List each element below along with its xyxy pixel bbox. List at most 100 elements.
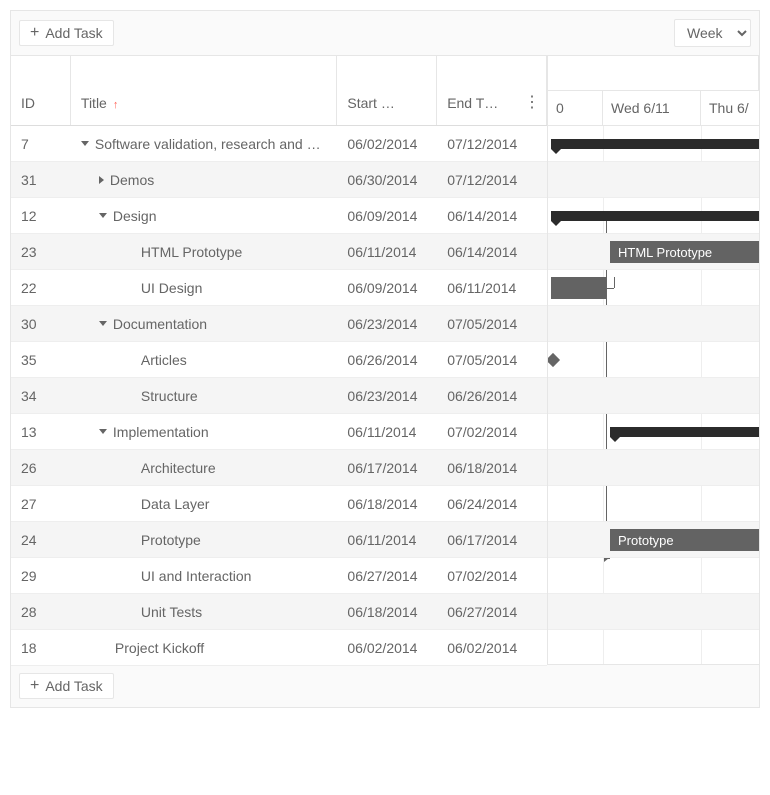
cell-id: 26	[11, 450, 71, 485]
column-menu-icon[interactable]: ⋮	[524, 95, 540, 111]
timeline-header-top	[548, 56, 759, 91]
table-row[interactable]: 31Demos06/30/201407/12/2014	[11, 162, 547, 198]
cell-end: 06/11/2014	[437, 270, 547, 305]
timeline-row	[548, 558, 759, 594]
summary-bar[interactable]	[551, 139, 759, 149]
task-bar[interactable]: HTML Prototype	[610, 241, 759, 263]
cell-start: 06/26/2014	[337, 342, 437, 377]
column-header-start[interactable]: Start …	[337, 56, 437, 125]
cell-start: 06/09/2014	[337, 198, 437, 233]
timeline-header-days: 0Wed 6/11Thu 6/	[548, 91, 759, 126]
view-select[interactable]: DayWeekMonth	[674, 19, 751, 47]
cell-end: 06/14/2014	[437, 234, 547, 269]
cell-id: 31	[11, 162, 71, 197]
cell-start: 06/11/2014	[337, 522, 437, 557]
table-row[interactable]: 29UI and Interaction06/27/201407/02/2014	[11, 558, 547, 594]
table-row[interactable]: 24Prototype06/11/201406/17/2014	[11, 522, 547, 558]
cell-end: 06/02/2014	[437, 630, 547, 665]
caret-down-icon[interactable]	[99, 213, 107, 218]
table-row[interactable]: 18Project Kickoff06/02/201406/02/2014	[11, 630, 547, 666]
toolbar-bottom: + Add Task	[11, 664, 759, 707]
column-header-row: ID Title ↑ Start … End T… ⋮	[11, 56, 547, 126]
cell-start: 06/11/2014	[337, 234, 437, 269]
timeline-row	[548, 342, 759, 378]
cell-start: 06/23/2014	[337, 306, 437, 341]
timeline-row	[548, 198, 759, 234]
caret-right-icon[interactable]	[99, 176, 104, 184]
task-bar[interactable]: Prototype	[610, 529, 759, 551]
timeline-day-header[interactable]: Thu 6/	[701, 91, 759, 126]
cell-title: Demos	[71, 162, 337, 197]
table-row[interactable]: 27Data Layer06/18/201406/24/2014	[11, 486, 547, 522]
timeline-row	[548, 378, 759, 414]
caret-down-icon[interactable]	[99, 429, 107, 434]
cell-title: Data Layer	[71, 486, 338, 521]
cell-id: 27	[11, 486, 71, 521]
cell-end: 06/27/2014	[437, 594, 547, 629]
summary-bar[interactable]	[610, 427, 759, 437]
cell-end: 06/18/2014	[437, 450, 547, 485]
cell-title: UI Design	[71, 270, 338, 305]
caret-down-icon[interactable]	[99, 321, 107, 326]
cell-end: 07/02/2014	[437, 558, 547, 593]
timeline-day-header[interactable]: Wed 6/11	[603, 91, 701, 126]
cell-id: 30	[11, 306, 71, 341]
timeline-row	[548, 450, 759, 486]
cell-end: 07/12/2014	[437, 162, 547, 197]
table-row[interactable]: 13Implementation06/11/201407/02/2014	[11, 414, 547, 450]
cell-end: 07/05/2014	[437, 342, 547, 377]
milestone-icon[interactable]	[548, 353, 560, 367]
cell-title: HTML Prototype	[71, 234, 338, 269]
table-row[interactable]: 22UI Design06/09/201406/11/2014	[11, 270, 547, 306]
cell-title: Implementation	[71, 414, 337, 449]
row-title-text: Implementation	[113, 424, 209, 440]
table-row[interactable]: 23HTML Prototype06/11/201406/14/2014	[11, 234, 547, 270]
table-row[interactable]: 7Software validation, research and …06/0…	[11, 126, 547, 162]
timeline-row	[548, 162, 759, 198]
timeline-row	[548, 270, 759, 306]
caret-down-icon[interactable]	[81, 141, 89, 146]
table-row[interactable]: 12Design06/09/201406/14/2014	[11, 198, 547, 234]
cell-id: 34	[11, 378, 71, 413]
cell-id: 28	[11, 594, 71, 629]
task-bar[interactable]	[551, 277, 606, 299]
progress-bar	[551, 212, 711, 220]
cell-end: 07/02/2014	[437, 414, 547, 449]
table-row[interactable]: 26 Architecture 06/17/201406/18/2014	[11, 450, 547, 486]
timeline-row	[548, 630, 759, 664]
plus-icon: +	[30, 25, 39, 41]
timeline-row	[548, 414, 759, 450]
row-title-text: Architecture	[141, 460, 216, 476]
table-row[interactable]: 35Articles06/26/201407/05/2014	[11, 342, 547, 378]
cell-start: 06/17/2014	[337, 450, 437, 485]
column-header-id[interactable]: ID	[11, 56, 71, 125]
cell-title: UI and Interaction	[71, 558, 338, 593]
cell-title: Prototype	[71, 522, 338, 557]
timeline-pane: 0Wed 6/11Thu 6/ HTML Prototype Prototype	[548, 56, 759, 664]
cell-id: 13	[11, 414, 71, 449]
timeline-row	[548, 486, 759, 522]
table-row[interactable]: 34Structure06/23/201406/26/2014	[11, 378, 547, 414]
cell-title: Design	[71, 198, 337, 233]
add-task-button[interactable]: + Add Task	[19, 20, 114, 46]
column-header-end[interactable]: End T… ⋮	[437, 56, 547, 125]
cell-end: 06/26/2014	[437, 378, 547, 413]
row-title-text: Documentation	[113, 316, 207, 332]
row-title-text: Data Layer	[141, 496, 209, 512]
row-title-text: Design	[113, 208, 157, 224]
timeline-body: HTML Prototype Prototype	[548, 126, 759, 664]
column-header-title[interactable]: Title ↑	[71, 56, 337, 125]
cell-start: 06/23/2014	[337, 378, 437, 413]
timeline-row	[548, 306, 759, 342]
timeline-day-header[interactable]: 0	[548, 91, 603, 126]
row-title-text: Software validation, research and …	[95, 136, 321, 152]
cell-id: 24	[11, 522, 71, 557]
cell-end: 07/12/2014	[437, 126, 547, 161]
cell-end: 06/24/2014	[437, 486, 547, 521]
cell-start: 06/02/2014	[337, 126, 437, 161]
cell-title: Documentation	[71, 306, 337, 341]
table-row[interactable]: 28Unit Tests06/18/201406/27/2014	[11, 594, 547, 630]
timeline-row: Prototype	[548, 522, 759, 558]
add-task-button-bottom[interactable]: + Add Task	[19, 673, 114, 699]
table-row[interactable]: 30Documentation06/23/201407/05/2014	[11, 306, 547, 342]
